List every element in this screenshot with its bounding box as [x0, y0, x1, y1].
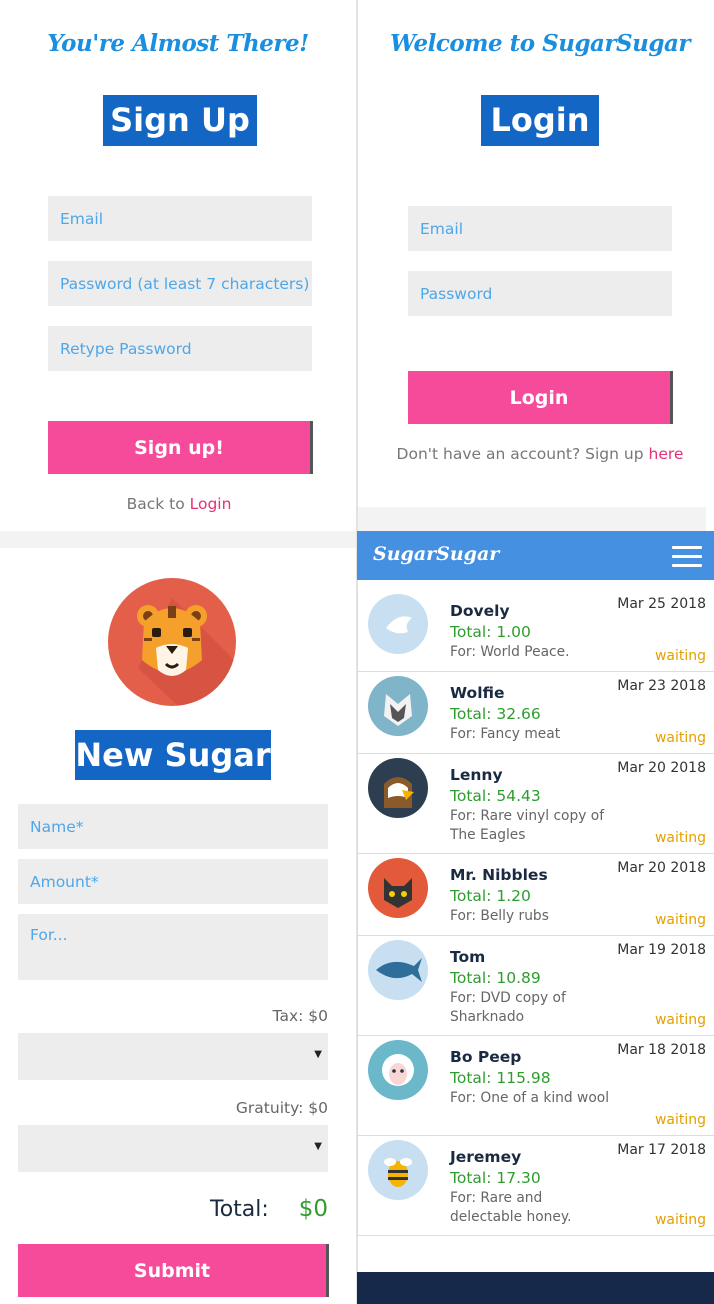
- sugar-date: Mar 20 2018: [617, 760, 706, 776]
- login-button[interactable]: Login: [408, 371, 670, 424]
- status-badge: waiting: [654, 830, 706, 846]
- status-badge: waiting: [654, 1212, 706, 1228]
- sugarsugar-screens: You're Almost There! Sign Up Sign up! Ba…: [0, 0, 714, 1304]
- sugar-name: Wolfie: [450, 684, 505, 702]
- bee-icon: [368, 1140, 428, 1200]
- login-heading: Login: [481, 95, 599, 146]
- sugar-total: Total: 32.66: [450, 705, 541, 723]
- login-password-field[interactable]: [408, 271, 672, 316]
- sugar-for: For: Rare vinyl copy of The Eagles: [450, 808, 605, 843]
- status-badge: waiting: [654, 1012, 706, 1028]
- signup-email-field[interactable]: [48, 196, 312, 241]
- eagle-icon: [368, 758, 428, 818]
- status-badge: waiting: [654, 730, 706, 746]
- tax-label: Tax: $0: [272, 1007, 328, 1025]
- wolf-icon: [368, 676, 428, 736]
- sugar-total: Total: 1.20: [450, 887, 531, 905]
- sugar-for: For: Fancy meat: [450, 726, 561, 742]
- chevron-down-icon: ▼: [314, 1141, 322, 1152]
- signup-prompt-text: Don't have an account? Sign up: [396, 445, 649, 463]
- sugar-date: Mar 17 2018: [617, 1142, 706, 1158]
- sugar-name: Dovely: [450, 602, 510, 620]
- status-badge: waiting: [654, 1112, 706, 1128]
- gratuity-label: Gratuity: $0: [235, 1099, 328, 1117]
- signup-title: You're Almost There!: [47, 30, 309, 57]
- cat-icon: [368, 858, 428, 918]
- sugar-total: Total: 1.00: [450, 623, 531, 641]
- sugar-name: Jeremey: [450, 1148, 522, 1166]
- sugar-row[interactable]: Jeremey Total: 17.30 For: Rare and delecta…: [357, 1136, 714, 1236]
- hamburger-menu-icon[interactable]: [672, 546, 702, 567]
- login-title: Welcome to SugarSugar: [390, 30, 691, 57]
- sugar-row[interactable]: Mr. Nibbles Total: 1.20 For: Belly rubs Mar…: [357, 854, 714, 936]
- sugar-for: For: One of a kind wool: [450, 1090, 610, 1106]
- status-badge: waiting: [654, 912, 706, 928]
- new-sugar-heading: New Sugar: [75, 730, 271, 780]
- sugar-row[interactable]: Dovely Total: 1.00 For: World Peace. Mar 25…: [357, 590, 714, 672]
- sugar-total: Total: 17.30: [450, 1169, 541, 1187]
- gratuity-select[interactable]: ▼: [18, 1125, 328, 1172]
- sugar-total: Total: 10.89: [450, 969, 541, 987]
- chevron-down-icon: ▼: [314, 1049, 322, 1060]
- band-left: [0, 531, 356, 548]
- footer: [357, 1272, 714, 1304]
- brand-logo[interactable]: SugarSugar: [373, 543, 499, 565]
- status-badge: waiting: [654, 648, 706, 664]
- sugar-for: For: DVD copy of Sharknado: [450, 990, 566, 1025]
- sugar-row[interactable]: Wolfie Total: 32.66 For: Fancy meat Mar 23 …: [357, 672, 714, 754]
- shark-icon: [368, 940, 428, 1000]
- back-to-text: Back to: [126, 495, 190, 513]
- signup-button[interactable]: Sign up!: [48, 421, 310, 474]
- submit-sugar-button[interactable]: Submit: [18, 1244, 326, 1297]
- sugar-date: Mar 19 2018: [617, 942, 706, 958]
- app-navbar: SugarSugar: [357, 531, 714, 580]
- sugar-name-field[interactable]: [18, 804, 328, 849]
- sugar-row[interactable]: Bo Peep Total: 115.98 For: One of a kind w…: [357, 1036, 714, 1136]
- signup-heading: Sign Up: [103, 95, 257, 146]
- login-email-field[interactable]: [408, 206, 672, 251]
- sugar-for-field[interactable]: [18, 914, 328, 980]
- sugar-for: For: Rare and delectable honey.: [450, 1190, 572, 1225]
- sugar-total: Total: 115.98: [450, 1069, 551, 1087]
- dove-icon: [368, 594, 428, 654]
- sugar-date: Mar 20 2018: [617, 860, 706, 876]
- back-to-login: Back to Login: [0, 495, 358, 513]
- sugar-date: Mar 23 2018: [617, 678, 706, 694]
- signup-prompt: Don't have an account? Sign up here: [362, 445, 714, 463]
- sugar-for: For: Belly rubs: [450, 908, 549, 924]
- sugar-for: For: World Peace.: [450, 644, 570, 660]
- sugar-row[interactable]: Lenny Total: 54.43 For: Rare vinyl copy of…: [357, 754, 714, 854]
- sugar-name: Mr. Nibbles: [450, 866, 548, 884]
- sugar-amount-field[interactable]: [18, 859, 328, 904]
- sugar-row[interactable]: Tom Total: 10.89 For: DVD copy of Sharknad…: [357, 936, 714, 1036]
- sugar-name: Bo Peep: [450, 1048, 522, 1066]
- sugar-name: Tom: [450, 948, 486, 966]
- signup-retype-password-field[interactable]: [48, 326, 312, 371]
- sugar-date: Mar 18 2018: [617, 1042, 706, 1058]
- sugar-list: Dovely Total: 1.00 For: World Peace. Mar 25…: [357, 590, 714, 1236]
- sugar-total: Total: 54.43: [450, 787, 541, 805]
- sheep-icon: [368, 1040, 428, 1100]
- back-to-login-link[interactable]: Login: [190, 495, 232, 513]
- tax-select[interactable]: ▼: [18, 1033, 328, 1080]
- sugar-date: Mar 25 2018: [617, 596, 706, 612]
- signup-password-field[interactable]: [48, 261, 312, 306]
- signup-here-link[interactable]: here: [649, 445, 684, 463]
- tiger-icon: [108, 578, 236, 706]
- total-value: $0: [298, 1196, 328, 1222]
- sugar-name: Lenny: [450, 766, 503, 784]
- band-right: [358, 507, 706, 531]
